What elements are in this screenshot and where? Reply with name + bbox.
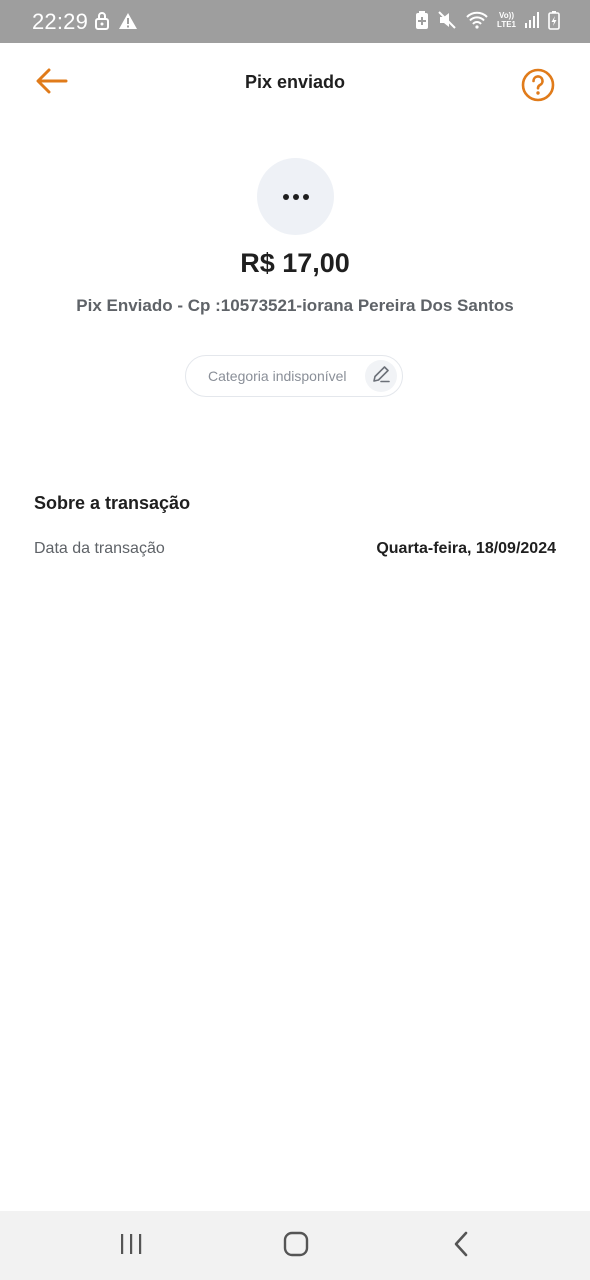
recent-apps-button[interactable] bbox=[111, 1229, 151, 1263]
mute-icon bbox=[437, 10, 457, 30]
lock-icon bbox=[94, 11, 110, 31]
transaction-avatar bbox=[257, 158, 334, 235]
edit-category-button[interactable] bbox=[365, 360, 397, 392]
header: Pix enviado bbox=[0, 43, 590, 123]
back-icon bbox=[453, 1231, 469, 1262]
status-left-icons bbox=[94, 11, 138, 31]
wifi-icon bbox=[465, 10, 489, 30]
nav-back-button[interactable] bbox=[441, 1229, 481, 1263]
battery-saver-icon bbox=[415, 10, 429, 30]
transaction-date-label: Data da transação bbox=[34, 540, 165, 557]
system-nav-bar bbox=[0, 1211, 590, 1280]
warning-icon bbox=[118, 12, 138, 30]
pencil-icon bbox=[371, 364, 391, 389]
help-button[interactable] bbox=[520, 67, 556, 103]
transaction-date-value: Quarta-feira, 18/09/2024 bbox=[376, 540, 556, 557]
signal-icon bbox=[524, 11, 540, 29]
more-horizontal-icon bbox=[281, 188, 311, 206]
transaction-description: Pix Enviado - Cp :10573521-iorana Pereir… bbox=[76, 296, 514, 315]
section-title: Sobre a transação bbox=[34, 493, 191, 513]
lte-label: LTE1 bbox=[497, 20, 516, 29]
status-time: 22:29 bbox=[32, 9, 89, 34]
transaction-amount: R$ 17,00 bbox=[240, 248, 350, 278]
help-circle-icon bbox=[520, 68, 556, 107]
battery-icon bbox=[548, 10, 560, 30]
home-icon bbox=[283, 1231, 309, 1262]
home-button[interactable] bbox=[276, 1229, 316, 1263]
volte-label: Vo)) bbox=[499, 11, 514, 20]
page-title: Pix enviado bbox=[244, 72, 346, 92]
recent-apps-icon bbox=[119, 1233, 143, 1260]
category-label: Categoria indisponível bbox=[208, 368, 347, 384]
category-chip[interactable]: Categoria indisponível bbox=[185, 355, 403, 397]
status-right-icons: Vo)) LTE1 bbox=[415, 10, 560, 30]
volte-icon: Vo)) LTE1 bbox=[497, 11, 516, 29]
status-bar: 22:29 Vo)) LTE1 bbox=[0, 0, 590, 43]
